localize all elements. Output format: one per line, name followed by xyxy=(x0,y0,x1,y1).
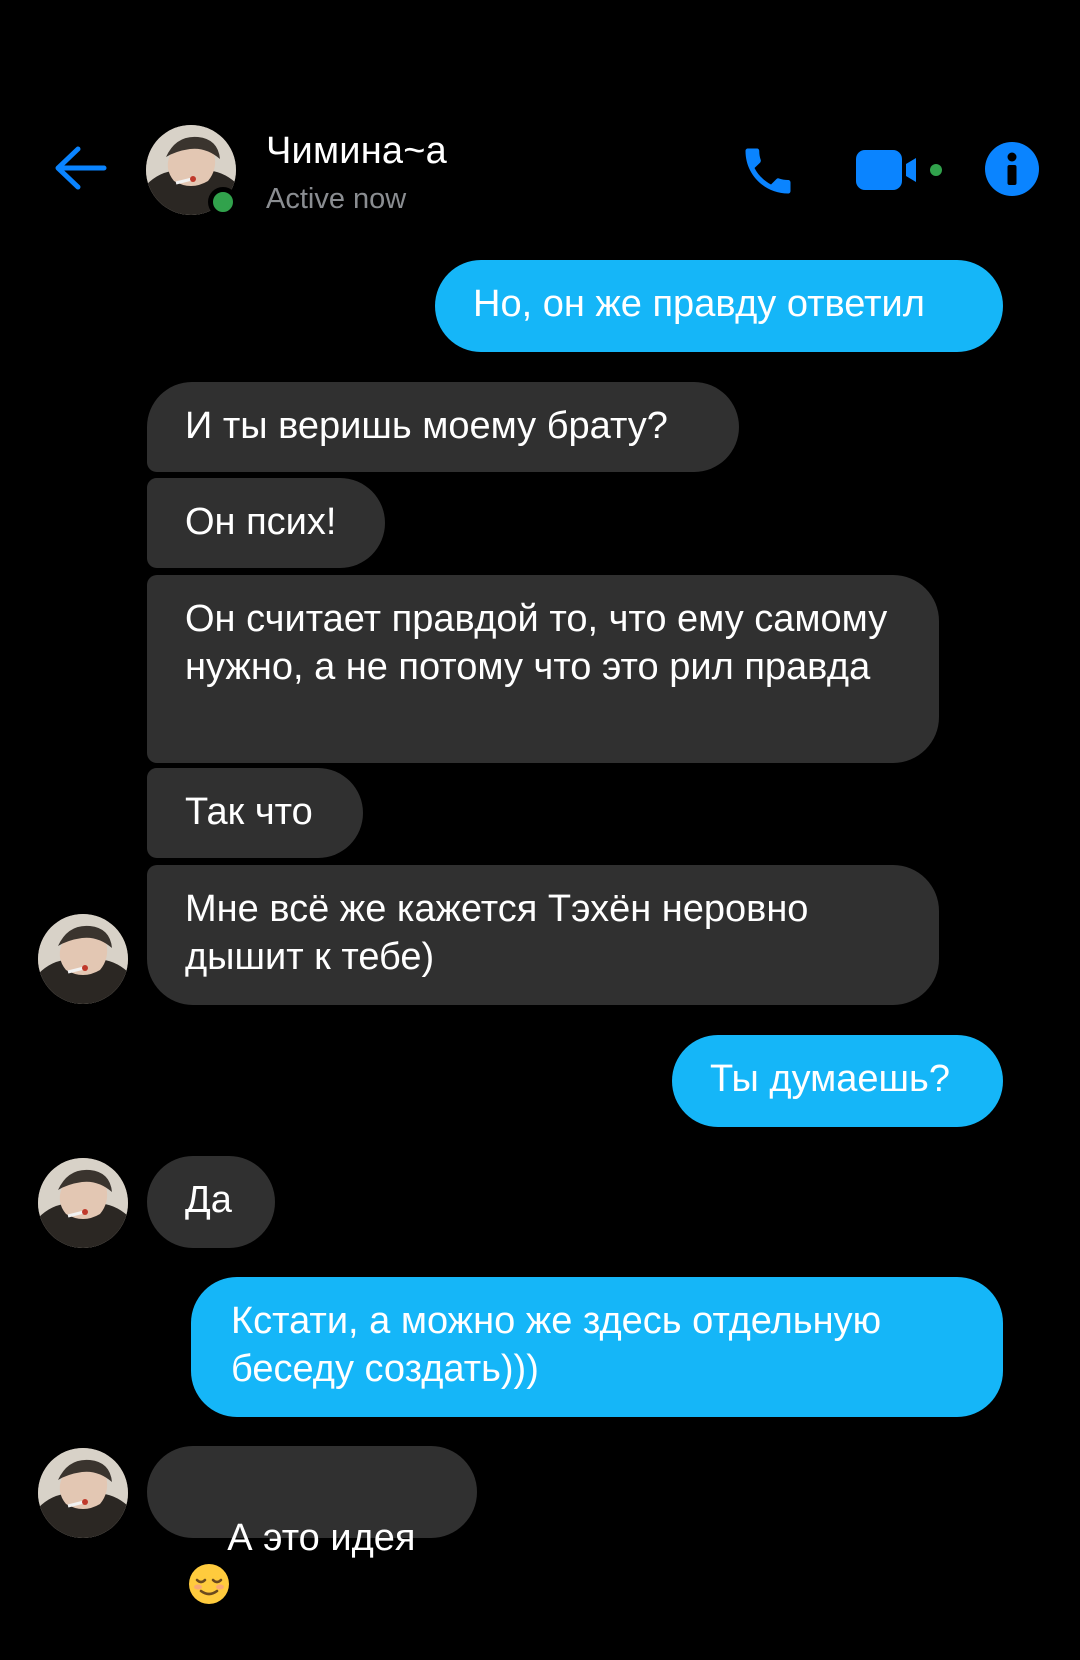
video-camera-icon xyxy=(856,150,942,190)
online-status-indicator xyxy=(208,187,238,217)
message-bubble-incoming[interactable]: Да xyxy=(147,1156,275,1248)
avatar-photo xyxy=(38,914,128,1004)
back-button[interactable] xyxy=(48,140,112,196)
active-status: Active now xyxy=(266,183,407,215)
phone-icon xyxy=(745,148,791,194)
contact-name[interactable]: Чимина~а xyxy=(266,130,447,173)
sender-avatar[interactable] xyxy=(38,1158,128,1248)
message-bubble-incoming[interactable]: Он псих! xyxy=(147,478,385,568)
message-bubble-outgoing[interactable]: Кстати, а можно же здесь отдельную бесед… xyxy=(191,1277,1003,1417)
message-bubble-incoming[interactable]: И ты веришь моему брату? xyxy=(147,382,739,472)
message-text: А это идея xyxy=(227,1517,416,1559)
message-bubble-incoming[interactable]: А это идея xyxy=(147,1446,477,1604)
message-bubble-incoming[interactable]: Мне всё же кажется Тэхён неровно дышит к… xyxy=(147,865,939,1005)
avatar-photo xyxy=(38,1158,128,1248)
message-bubble-outgoing[interactable]: Ты думаешь? xyxy=(672,1035,1003,1127)
message-bubble-outgoing[interactable]: Но, он же правду ответил xyxy=(435,260,1003,352)
conversation-header: Чимина~а Active now xyxy=(0,0,1080,250)
info-icon xyxy=(985,142,1039,196)
sender-avatar[interactable] xyxy=(38,1448,128,1538)
video-call-button[interactable] xyxy=(852,140,958,200)
back-arrow-icon xyxy=(55,146,107,190)
message-bubble-incoming[interactable]: Он считает правдой то, что ему самому ну… xyxy=(147,575,939,763)
relieved-face-emoji xyxy=(189,1564,229,1604)
conversation-info-button[interactable] xyxy=(984,141,1040,197)
voice-call-button[interactable] xyxy=(735,138,801,204)
sender-avatar[interactable] xyxy=(38,914,128,1004)
avatar-photo xyxy=(38,1448,128,1538)
message-bubble-incoming[interactable]: Так что xyxy=(147,768,363,858)
contact-avatar[interactable] xyxy=(146,125,238,217)
